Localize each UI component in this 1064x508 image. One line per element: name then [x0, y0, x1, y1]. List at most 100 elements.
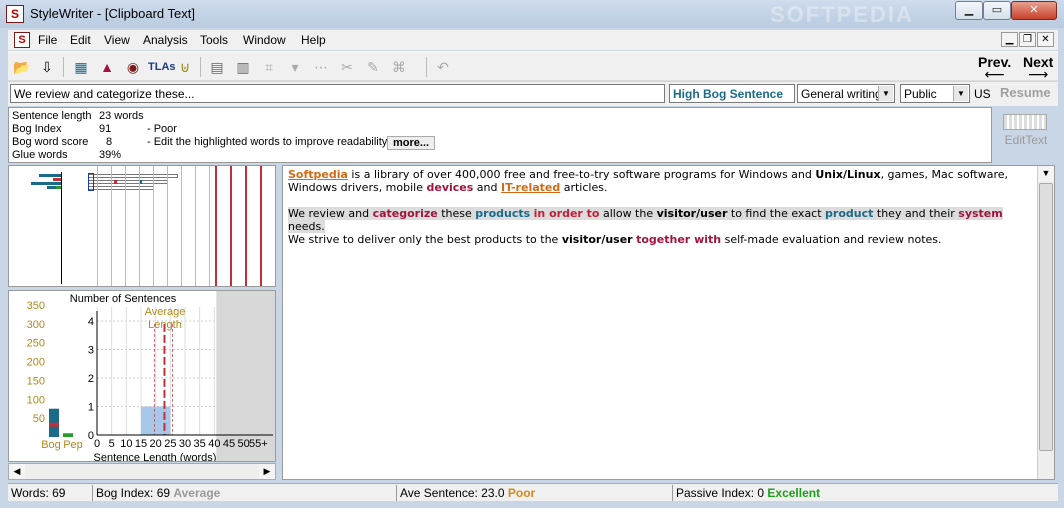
- text-run[interactable]: products: [475, 207, 530, 220]
- y-tick-label: 1: [88, 402, 94, 414]
- disabled-tool-icon[interactable]: ✂: [336, 56, 358, 78]
- app-icon[interactable]: S: [6, 5, 24, 23]
- highlighted-sentence[interactable]: We review and categorize these products …: [288, 207, 1003, 233]
- text-run: and: [473, 181, 502, 194]
- limit-line: [230, 166, 232, 286]
- pyramid-icon[interactable]: ▲: [96, 56, 118, 78]
- document-text[interactable]: Softpedia is a library of over 400,000 f…: [288, 168, 1036, 246]
- y-tick-label: 2: [88, 373, 94, 385]
- edit-text-button[interactable]: EditText: [996, 110, 1056, 160]
- text-run[interactable]: together with: [636, 233, 721, 246]
- keyboard-icon: [1003, 114, 1047, 130]
- menu-window[interactable]: Window: [243, 33, 286, 47]
- bog-icon[interactable]: ◉: [122, 56, 144, 78]
- analysis-icon[interactable]: ▦: [70, 56, 92, 78]
- text-run[interactable]: IT-related: [501, 181, 560, 194]
- bog-bar-mark: [53, 178, 61, 181]
- current-sentence-field[interactable]: We review and categorize these...: [10, 84, 665, 103]
- import-icon[interactable]: ⇩: [36, 56, 58, 78]
- next-button[interactable]: Next ⟶: [1023, 54, 1053, 82]
- sentence-stats-panel: Sentence length 23 words Bog Index 91 - …: [8, 107, 992, 163]
- menu-help[interactable]: Help: [301, 33, 326, 47]
- more-button[interactable]: more...: [387, 136, 436, 150]
- view-document-icon[interactable]: ▤: [206, 56, 228, 78]
- text-run[interactable]: Softpedia: [288, 168, 348, 181]
- audience-select[interactable]: Public ▼: [900, 84, 970, 103]
- minimize-button[interactable]: ▁: [955, 1, 983, 20]
- status-ave-sentence: Ave Sentence: 23.0 Poor: [396, 485, 672, 501]
- mdi-minimize-button[interactable]: ▁: [1001, 32, 1018, 47]
- text-run[interactable]: visitor/user: [657, 207, 728, 220]
- toolbar-separator: [200, 57, 201, 77]
- gridline: [139, 166, 140, 286]
- gridline: [153, 166, 154, 286]
- x-tick-label: 15: [135, 438, 147, 450]
- average-label: Average: [145, 306, 186, 318]
- text-run[interactable]: in order to: [534, 207, 600, 220]
- mdi-restore-button[interactable]: ❐: [1019, 32, 1036, 47]
- text-run[interactable]: Unix/Linux: [815, 168, 880, 181]
- text-run: self-made evaluation and review notes.: [721, 233, 942, 246]
- menu-view[interactable]: View: [104, 33, 130, 47]
- y-tick-label: 3: [88, 345, 94, 357]
- maximize-button[interactable]: ▭: [983, 1, 1011, 20]
- menu-file[interactable]: File: [38, 33, 57, 47]
- document-text-pane[interactable]: Softpedia is a library of over 400,000 f…: [282, 165, 1055, 480]
- writing-type-select[interactable]: General writing ▼: [797, 84, 895, 103]
- resume-button[interactable]: Resume: [1000, 85, 1051, 100]
- mdi-close-button[interactable]: ✕: [1037, 32, 1054, 47]
- disabled-tool-icon[interactable]: ⋯: [310, 56, 332, 78]
- paragraph-2[interactable]: We review and categorize these products …: [288, 207, 1036, 246]
- passive-index-rating: Excellent: [767, 486, 821, 500]
- stat-label: Sentence length: [12, 110, 92, 122]
- menu-tools[interactable]: Tools: [200, 33, 228, 47]
- undo-icon[interactable]: ↶: [432, 56, 454, 78]
- text-run[interactable]: visitor/user: [562, 233, 633, 246]
- scroll-down-icon[interactable]: ▼: [1038, 166, 1054, 181]
- gridline: [209, 166, 210, 286]
- sentence[interactable]: We strive to deliver only the best produ…: [288, 233, 942, 246]
- text-run[interactable]: product: [825, 207, 873, 220]
- gridline: [167, 166, 168, 286]
- open-folder-icon[interactable]: 📂: [11, 56, 33, 78]
- disabled-tool-icon[interactable]: ▾: [284, 56, 306, 78]
- x-tick-label: 10: [120, 438, 132, 450]
- text-run[interactable]: devices: [427, 181, 474, 194]
- text-run[interactable]: categorize: [373, 207, 438, 220]
- sentence-length-bar: [88, 174, 178, 178]
- x-tick-label: 35: [194, 438, 206, 450]
- horizontal-scrollbar[interactable]: ◀ ▶: [8, 463, 276, 480]
- scroll-left-icon[interactable]: ◀: [9, 464, 25, 479]
- disabled-tool-icon[interactable]: ✎: [362, 56, 384, 78]
- menu-analysis[interactable]: Analysis: [143, 33, 188, 47]
- view-table-icon[interactable]: ▥: [232, 56, 254, 78]
- bog-word-mark: [114, 180, 117, 184]
- sentence-length-chart: 0 1 2 3 4 0 5 10 15 20 25 30 35 40 45 50 55+ Number of Se…: [8, 290, 276, 462]
- menu-edit[interactable]: Edit: [70, 33, 91, 47]
- title-bar: S StyleWriter - [Clipboard Text] SOFTPED…: [0, 0, 1064, 28]
- chevron-down-icon[interactable]: ▼: [878, 86, 893, 101]
- close-button[interactable]: ✕: [1011, 1, 1057, 20]
- pep-bar-mark: [56, 186, 61, 189]
- x-tick-label: 25: [164, 438, 176, 450]
- text-run: needs.: [288, 220, 325, 233]
- disabled-tool-icon[interactable]: ⌗: [258, 56, 280, 78]
- text-run[interactable]: system: [958, 207, 1002, 220]
- left-scale-tick: 50: [33, 413, 45, 425]
- disabled-tool-icon[interactable]: ⌘: [388, 56, 410, 78]
- tlas-icon[interactable]: TLAs: [148, 56, 176, 78]
- text-run: We strive to deliver only the best produ…: [288, 233, 562, 246]
- document-icon[interactable]: S: [14, 32, 30, 48]
- chevron-down-icon[interactable]: ▼: [953, 86, 968, 101]
- scroll-right-icon[interactable]: ▶: [259, 464, 275, 479]
- scrollbar-thumb[interactable]: [1039, 183, 1053, 451]
- map-axis: [61, 172, 62, 284]
- sentence-length-bar: [88, 180, 168, 184]
- arrow-right-icon: ⟶: [1028, 66, 1049, 82]
- stat-note: - Edit the highlighted words to improve …: [147, 136, 390, 148]
- vertical-scrollbar[interactable]: ▲ ▼: [1037, 166, 1054, 479]
- paragraph-1[interactable]: Softpedia is a library of over 400,000 f…: [288, 168, 1036, 194]
- basket-icon[interactable]: ⊎: [174, 56, 196, 78]
- prev-button[interactable]: Prev. ⟵: [978, 54, 1011, 81]
- y-tick-label: 4: [88, 316, 94, 328]
